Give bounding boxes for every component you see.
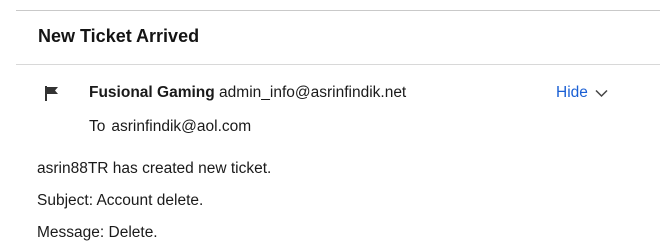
header-divider (16, 64, 660, 65)
sender-name[interactable]: Fusional Gaming (89, 84, 215, 101)
sender-email[interactable]: admin_info@asrinfindik.net (219, 84, 406, 101)
message-line-created: asrin88TR has created new ticket. (37, 160, 272, 177)
top-divider (16, 10, 660, 11)
sender-line: Fusional Gaming admin_info@asrinfindik.n… (89, 84, 406, 102)
to-label: To (89, 118, 106, 135)
recipient-line: To asrinfindik@aol.com (89, 118, 251, 136)
recipient-email[interactable]: asrinfindik@aol.com (111, 118, 251, 135)
hide-label: Hide (556, 84, 588, 101)
message-line-subject: Subject: Account delete. (37, 192, 204, 209)
hide-details-button[interactable]: Hide (556, 84, 608, 102)
chevron-down-icon (595, 89, 608, 97)
email-subject-title: New Ticket Arrived (38, 26, 200, 46)
message-line-body: Message: Delete. (37, 224, 158, 241)
flag-icon[interactable] (45, 86, 59, 101)
